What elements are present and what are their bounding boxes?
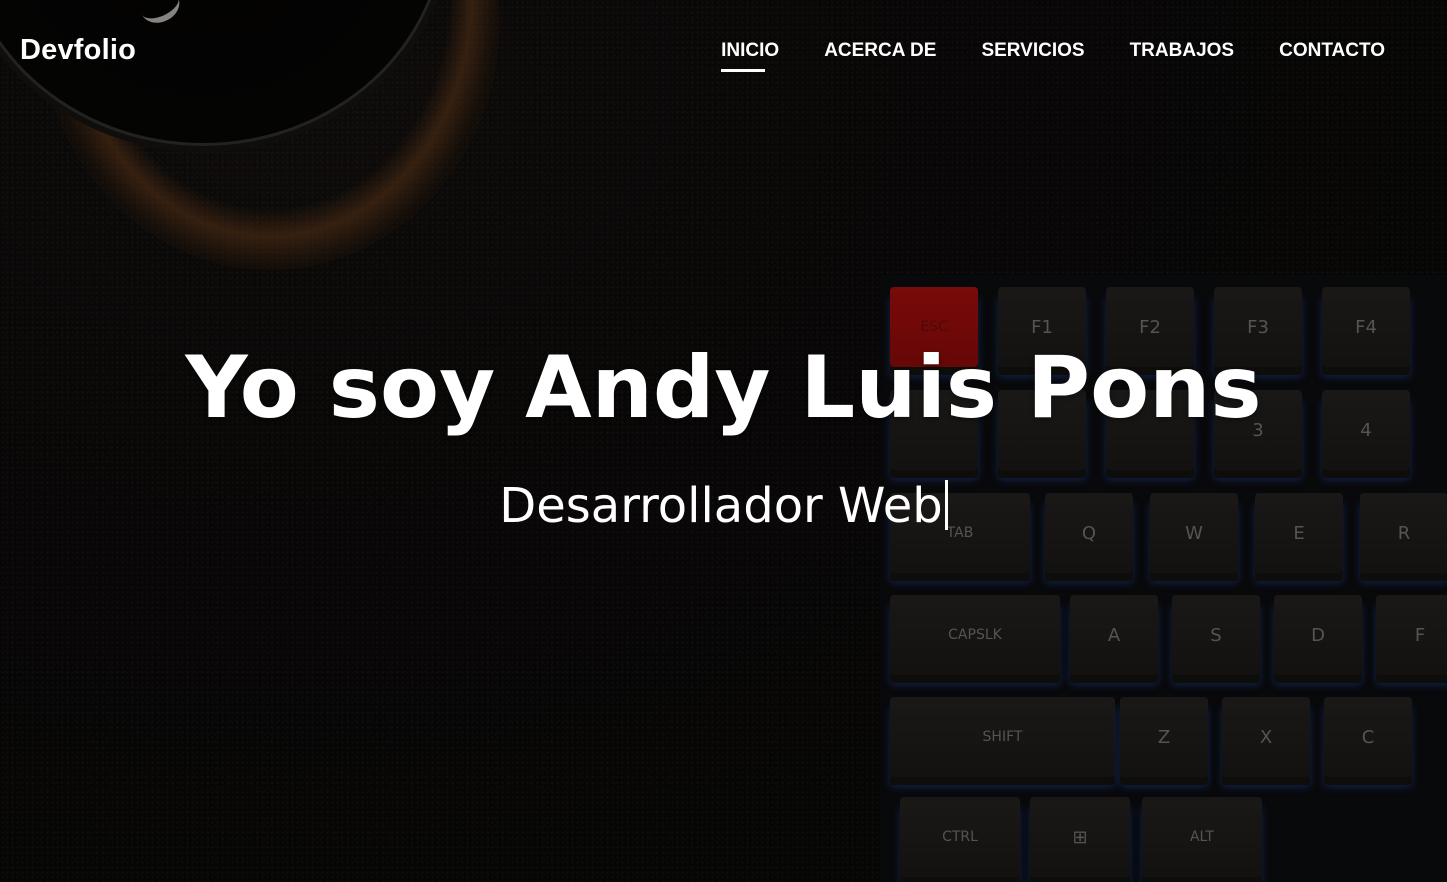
nav-item-trabajos[interactable]: TRABAJOS [1130,40,1235,72]
brand-logo[interactable]: Devfolio [20,34,136,67]
nav-item-inicio[interactable]: INICIO [721,40,779,72]
dark-overlay [0,0,1447,882]
nav-item-acerca-de[interactable]: ACERCA DE [824,40,936,72]
hero-subtitle-text: Desarrollador Web [499,478,943,534]
hero-section: ESC F1 F2 F3 F4 3 4 TAB Q W E R CAPSLK A… [0,0,1447,882]
nav-item-servicios[interactable]: SERVICIOS [981,40,1084,72]
typing-cursor [944,480,948,530]
main-nav: INICIO ACERCA DE SERVICIOS TRABAJOS CONT… [721,40,1385,72]
hero-subtitle: Desarrollador Web [0,478,1447,534]
nav-item-contacto[interactable]: CONTACTO [1279,40,1385,72]
hero-title-text: Yo soy Andy Luis Pons [185,338,1262,438]
hero-title: Yo soy Andy Luis Pons [0,338,1447,438]
